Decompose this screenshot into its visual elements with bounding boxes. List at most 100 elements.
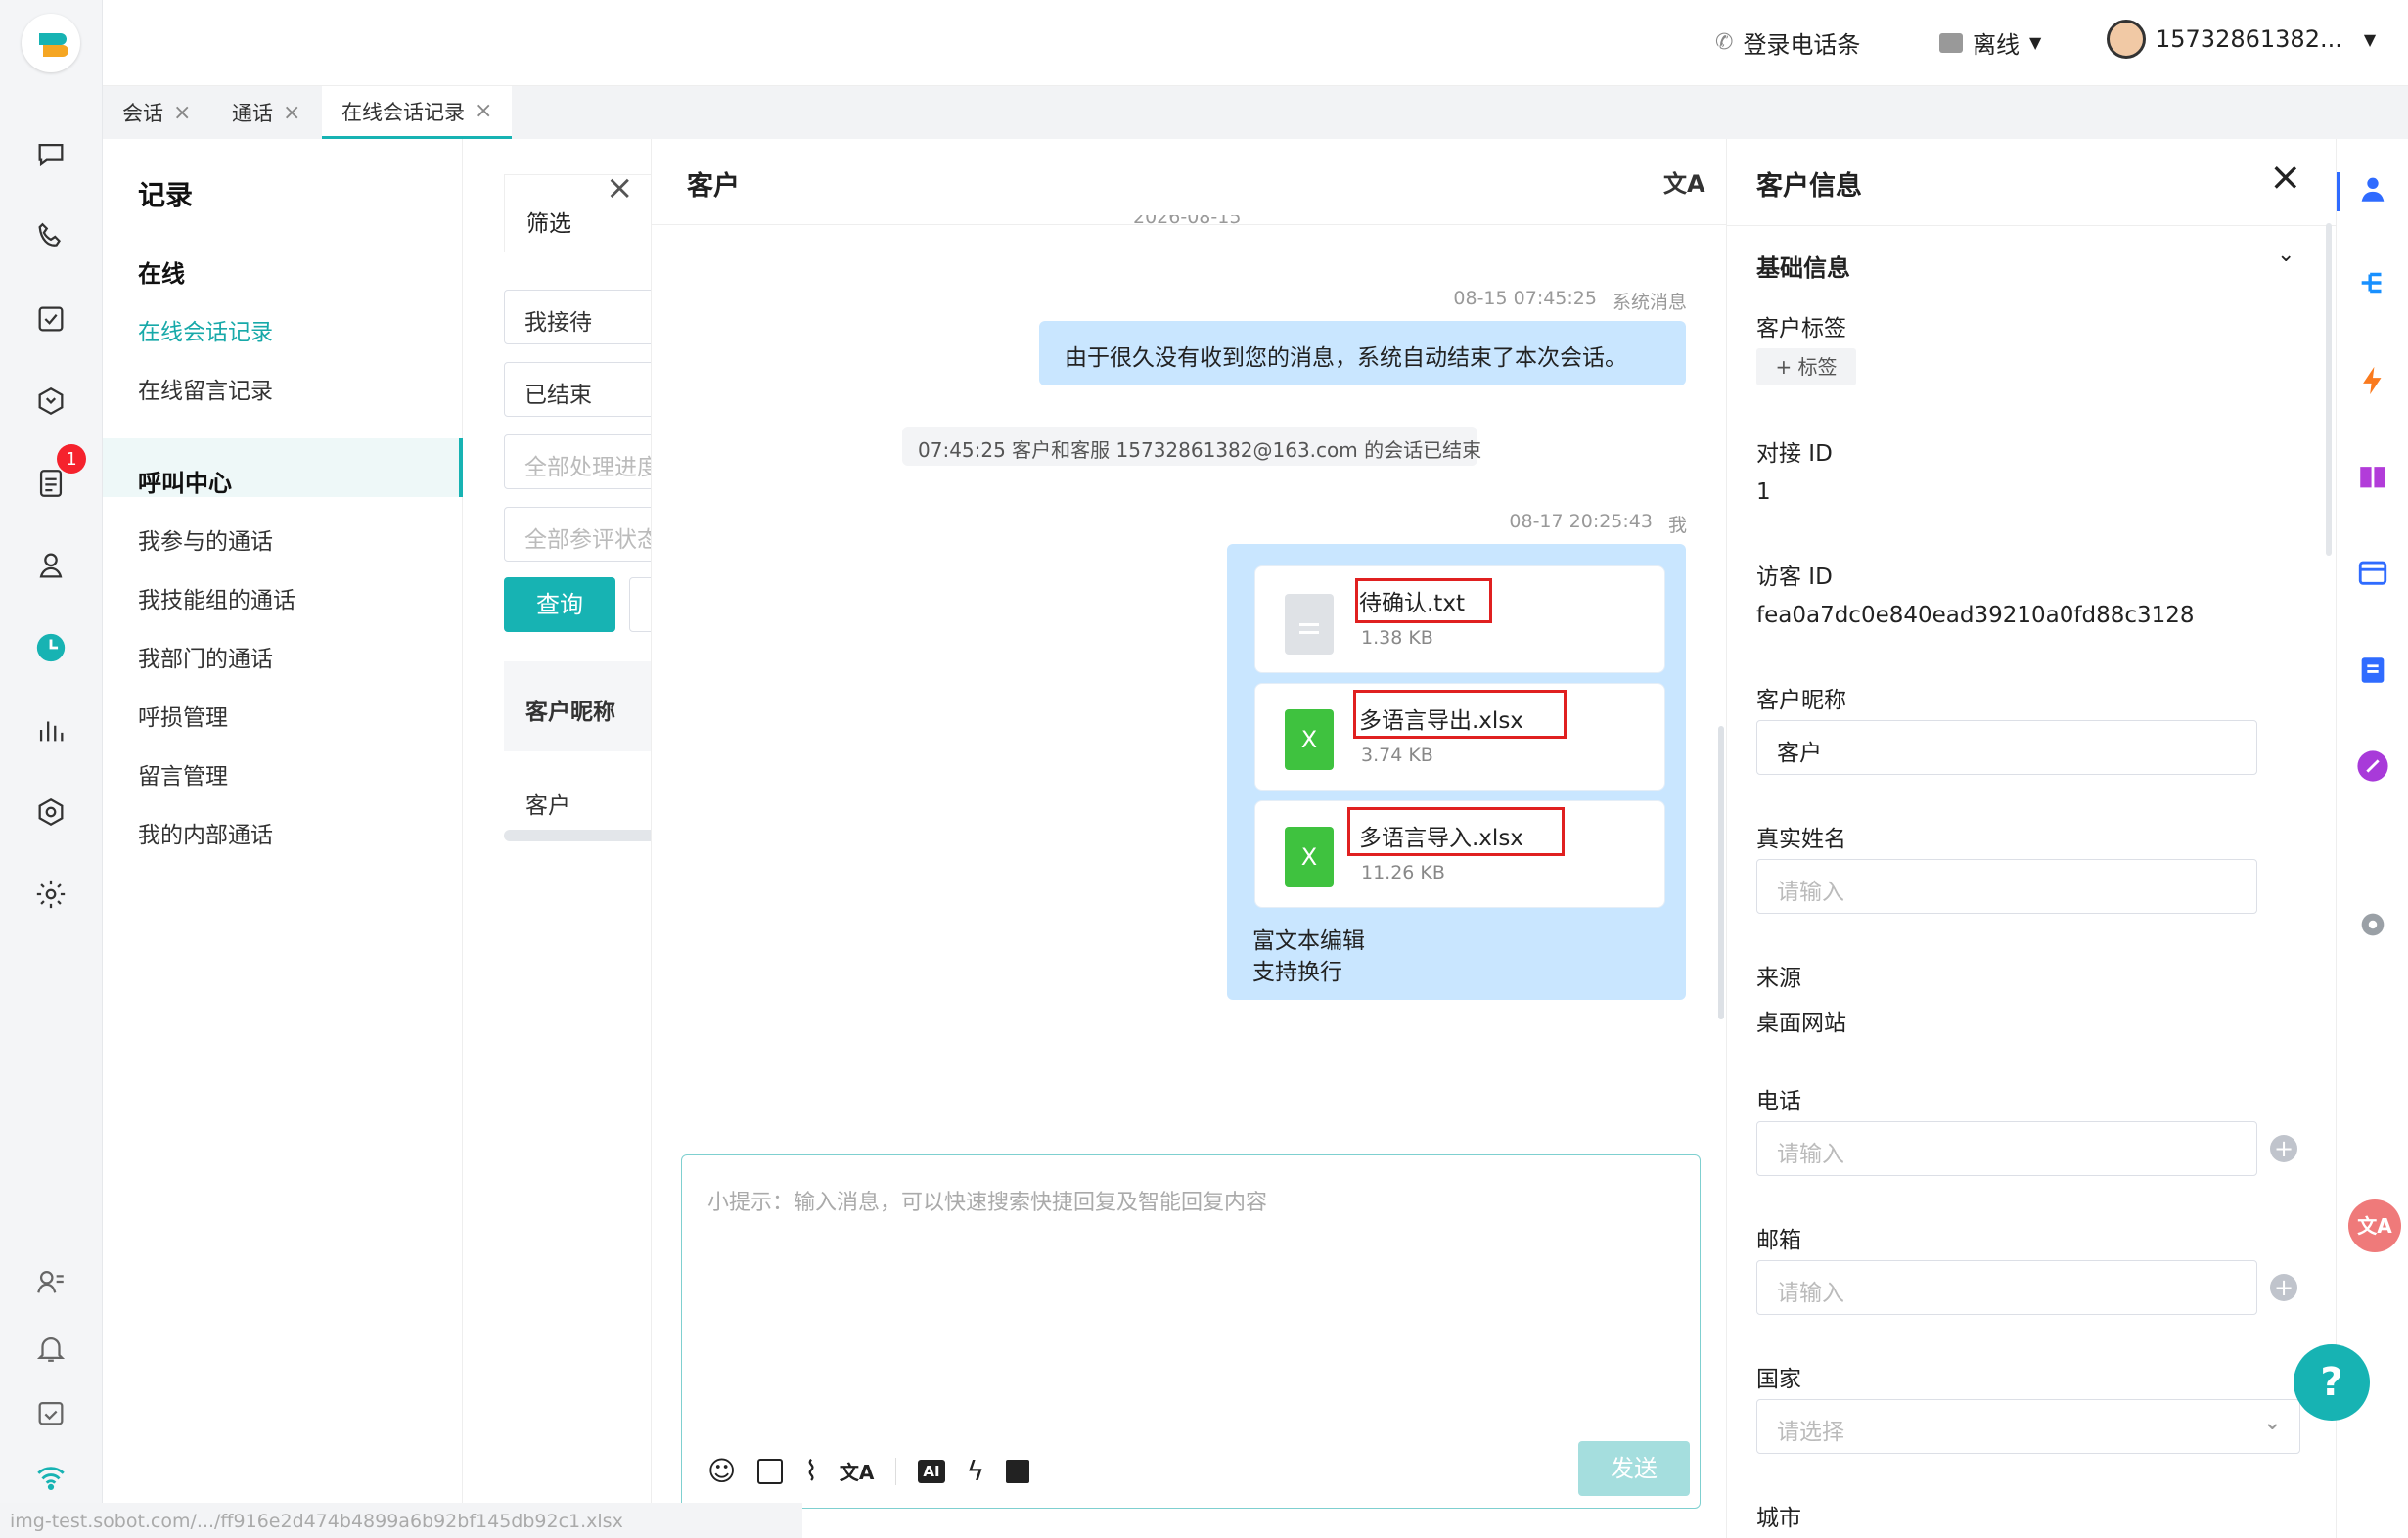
realname-input[interactable]: 请输入: [1756, 859, 2257, 914]
user-menu[interactable]: 15732861382... ▼: [2107, 20, 2376, 59]
file-message-bubble: 待确认.txt 1.38 KB X 多语言导出.xlsx 3.74 KB X 多…: [1227, 544, 1686, 1000]
close-icon[interactable]: ×: [283, 101, 300, 125]
flow-icon[interactable]: [2356, 266, 2389, 299]
close-icon[interactable]: ×: [475, 99, 492, 123]
rating-select[interactable]: 全部参评状态: [504, 507, 651, 562]
phone-bar-button[interactable]: ✆ 登录电话条: [1715, 25, 1860, 60]
state-select[interactable]: 已结束: [504, 362, 651, 417]
task-icon[interactable]: [31, 299, 70, 339]
visitor-id-value: fea0a7dc0e840ead39210a0fd88c3128: [1756, 603, 2195, 628]
settings-icon[interactable]: [31, 875, 70, 914]
nav-title: 记录: [138, 179, 194, 211]
filter-panel: 筛选 × 我接待 已结束 全部处理进度 全部参评状态 查询 客户昵称 客户: [463, 139, 651, 1538]
hexagon-icon[interactable]: [31, 382, 70, 421]
left-rail: 1: [0, 0, 103, 1538]
divider: [895, 1457, 897, 1485]
add-email-icon[interactable]: +: [2270, 1274, 2297, 1301]
realname-label: 真实姓名: [1756, 827, 1846, 852]
chat-scrollbar[interactable]: [1718, 726, 1724, 1019]
file-card[interactable]: 待确认.txt 1.38 KB: [1254, 565, 1665, 673]
calendar-icon[interactable]: [2356, 556, 2389, 589]
tag-label: 客户标签: [1756, 316, 1846, 341]
translate-float-icon[interactable]: 文A: [2348, 1199, 2401, 1252]
file-card[interactable]: X 多语言导入.xlsx 11.26 KB: [1254, 800, 1665, 908]
translate-icon[interactable]: 文A: [840, 1457, 874, 1485]
wifi-icon: [31, 1458, 70, 1497]
quick-reply-icon[interactable]: ϟ: [967, 1455, 984, 1487]
nav-group-call: 呼叫中心: [138, 470, 232, 497]
tab-online-records[interactable]: 在线会话记录 ×: [322, 86, 513, 139]
translate-icon[interactable]: 文A: [1663, 164, 1705, 199]
nav-item-online-messages[interactable]: 在线留言记录: [138, 372, 273, 405]
knowledge-book-icon[interactable]: [1006, 1459, 1030, 1483]
composer-placeholder: 小提示：输入消息，可以快速搜索快捷回复及智能回复内容: [707, 1191, 1268, 1215]
message-composer[interactable]: 小提示：输入消息，可以快速搜索快捷回复及智能回复内容 ☺ ⌇ 文A AI ϟ 发…: [681, 1154, 1701, 1509]
avatar: [2107, 20, 2146, 59]
composer-toolbar: ☺ ⌇ 文A AI ϟ: [707, 1455, 1030, 1487]
image-icon[interactable]: [757, 1458, 784, 1484]
history-icon[interactable]: [31, 628, 70, 667]
send-button[interactable]: 发送: [1578, 1441, 1690, 1496]
close-icon[interactable]: ×: [606, 168, 634, 207]
help-question-icon[interactable]: ?: [2294, 1344, 2370, 1421]
city-label: 城市: [1756, 1506, 1801, 1531]
date-divider: 2026-08-15: [1133, 215, 1242, 228]
lightning-icon[interactable]: [2356, 364, 2389, 397]
contact-icon[interactable]: [31, 546, 70, 585]
app-logo[interactable]: [22, 14, 80, 72]
nickname-input[interactable]: 客户: [1756, 720, 2257, 775]
chevron-down-icon[interactable]: ⌄: [2277, 243, 2294, 267]
quality-icon[interactable]: [31, 792, 70, 832]
chat-icon[interactable]: [31, 135, 70, 174]
status-dropdown[interactable]: 离线 ▼: [1939, 25, 2041, 60]
divider: [1727, 225, 2336, 226]
customer-profile-icon[interactable]: [2356, 172, 2389, 205]
attachment-icon[interactable]: ⌇: [804, 1455, 818, 1487]
email-input[interactable]: 请输入: [1756, 1260, 2257, 1315]
tab-label: 会话: [122, 102, 163, 125]
highlight-box: [1355, 578, 1492, 623]
tab-session[interactable]: 会话 ×: [103, 86, 210, 139]
nav-item-internal-calls[interactable]: 我的内部通话: [138, 816, 273, 849]
emoji-icon[interactable]: ☺: [707, 1455, 736, 1487]
query-button[interactable]: 查询: [504, 577, 615, 632]
bar-chart-icon[interactable]: [31, 710, 70, 749]
info-scrollbar[interactable]: [2326, 223, 2332, 556]
nav-item-my-calls[interactable]: 我参与的通话: [138, 522, 273, 556]
caret-down-icon: ▼: [2029, 33, 2042, 52]
rich-text-line: 富文本编辑: [1252, 928, 1365, 954]
phone-input[interactable]: 请输入: [1756, 1121, 2257, 1176]
nav-item-dept-calls[interactable]: 我部门的通话: [138, 640, 273, 673]
checklist-icon[interactable]: [31, 1393, 70, 1432]
close-icon[interactable]: ×: [2269, 155, 2302, 200]
nav-item-skill-calls[interactable]: 我技能组的通话: [138, 581, 295, 614]
nav-item-online-records[interactable]: 在线会话记录: [138, 313, 273, 346]
reset-button[interactable]: [629, 577, 651, 632]
status-message-icon: [1939, 32, 1963, 53]
excel-file-icon: X: [1285, 827, 1334, 887]
rich-text-line: 支持换行: [1252, 960, 1342, 985]
nav-item-call-loss[interactable]: 呼损管理: [138, 699, 228, 732]
close-icon[interactable]: ×: [173, 101, 191, 125]
tab-calls[interactable]: 通话 ×: [212, 86, 320, 139]
settings-icon[interactable]: [2356, 908, 2389, 941]
phone-icon[interactable]: [31, 217, 70, 256]
table-scrollbar[interactable]: [504, 830, 651, 841]
bell-icon[interactable]: [31, 1329, 70, 1368]
form-icon[interactable]: [2356, 654, 2389, 687]
reception-select[interactable]: 我接待: [504, 290, 651, 344]
section-title: 基础信息: [1756, 254, 1850, 282]
edit-icon[interactable]: [2356, 749, 2389, 783]
book-icon[interactable]: [2356, 460, 2389, 493]
agent-icon[interactable]: [31, 1262, 70, 1301]
progress-select[interactable]: 全部处理进度: [504, 434, 651, 489]
country-select[interactable]: 请选择 ⌄: [1756, 1399, 2300, 1454]
chat-title: 客户: [687, 171, 740, 202]
add-tag-button[interactable]: + 标签: [1756, 348, 1856, 385]
nav-item-voicemail[interactable]: 留言管理: [138, 757, 228, 791]
email-label: 邮箱: [1756, 1228, 1801, 1253]
ai-icon[interactable]: AI: [918, 1459, 945, 1483]
system-note: 07:45:25 客户和客服 15732861382@163.com 的会话已结…: [902, 427, 1481, 466]
file-card[interactable]: X 多语言导出.xlsx 3.74 KB: [1254, 683, 1665, 791]
add-phone-icon[interactable]: +: [2270, 1135, 2297, 1162]
